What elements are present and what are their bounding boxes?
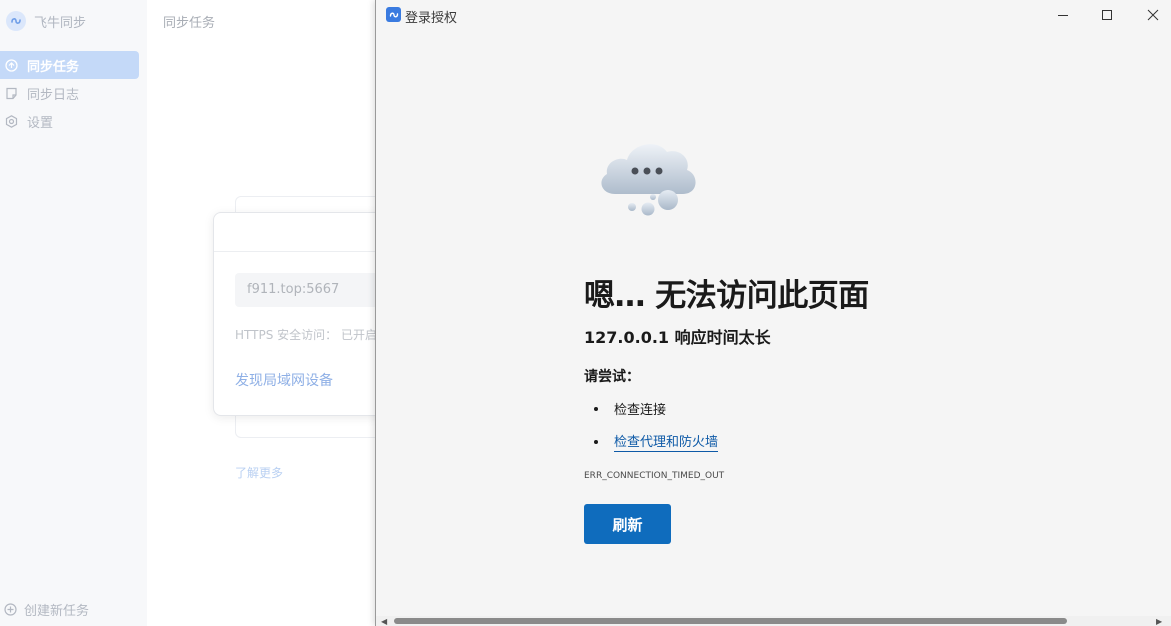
sidebar-item-sync-tasks[interactable]: 同步任务 <box>0 51 139 79</box>
brand: 飞牛同步 <box>6 10 86 32</box>
error-code: ERR_CONNECTION_TIMED_OUT <box>584 471 725 481</box>
plus-circle-icon <box>4 602 18 617</box>
create-task-button[interactable]: 创建新任务 <box>4 600 89 619</box>
maximize-button[interactable] <box>1084 0 1130 30</box>
window-title: 登录授权 <box>405 11 458 26</box>
page-title: 同步任务 <box>163 16 216 31</box>
app-icon <box>386 7 401 22</box>
close-button[interactable] <box>1130 0 1171 30</box>
sync-icon <box>4 58 18 72</box>
refresh-button[interactable]: 刷新 <box>584 504 671 544</box>
https-label: HTTPS 安全访问： <box>235 328 338 342</box>
discover-lan-link[interactable]: 发现局域网设备 <box>235 370 333 390</box>
bullet-icon <box>594 406 598 411</box>
https-value: 已开启 <box>340 328 377 342</box>
suggestion-check-proxy-link[interactable]: 检查代理和防火墙 <box>614 431 719 452</box>
suggestion-item: 检查连接 <box>594 399 666 418</box>
create-task-label: 创建新任务 <box>24 604 90 619</box>
scroll-right-arrow-icon[interactable]: ▶ <box>1156 617 1162 626</box>
gear-icon <box>4 114 18 128</box>
horizontal-scrollbar[interactable]: ◀ ▶ <box>376 616 1171 626</box>
minimize-icon <box>1058 15 1068 16</box>
error-subheading: 127.0.0.1 响应时间太长 <box>584 328 771 347</box>
sidebar-item-settings[interactable]: 设置 <box>0 107 139 135</box>
bullet-icon <box>594 439 598 444</box>
learn-more-link[interactable]: 了解更多 <box>235 464 283 481</box>
brand-name: 飞牛同步 <box>34 15 87 31</box>
sidebar-item-label: 设置 <box>27 115 54 131</box>
brand-logo-icon <box>6 11 26 31</box>
sidebar: 飞牛同步 同步任务 同步日志 设置 创建新任务 <box>0 0 147 626</box>
login-auth-window: 登录授权 嗯… 无法访问此页面 127.0.0.1 响应时间太长 请尝试： 检查… <box>375 0 1171 626</box>
suggestion-item: 检查代理和防火墙 <box>594 431 719 452</box>
maximize-icon <box>1102 10 1112 20</box>
title-bar[interactable]: 登录授权 <box>376 0 1171 30</box>
sidebar-item-label: 同步任务 <box>27 59 80 75</box>
try-label: 请尝试： <box>584 369 640 385</box>
scrollbar-thumb[interactable] <box>394 618 1067 624</box>
https-status: HTTPS 安全访问： 已开启 <box>235 326 377 343</box>
sidebar-item-label: 同步日志 <box>27 87 80 103</box>
sidebar-item-sync-log[interactable]: 同步日志 <box>0 79 139 107</box>
cloud-error-icon <box>601 144 696 216</box>
scroll-left-arrow-icon[interactable]: ◀ <box>381 617 387 626</box>
sidebar-nav: 同步任务 同步日志 设置 <box>0 51 139 135</box>
minimize-button[interactable] <box>1040 0 1086 30</box>
error-heading: 嗯… 无法访问此页面 <box>584 278 869 314</box>
close-icon <box>1147 9 1159 21</box>
log-icon <box>4 86 18 100</box>
suggestion-check-connection: 检查连接 <box>614 403 667 418</box>
